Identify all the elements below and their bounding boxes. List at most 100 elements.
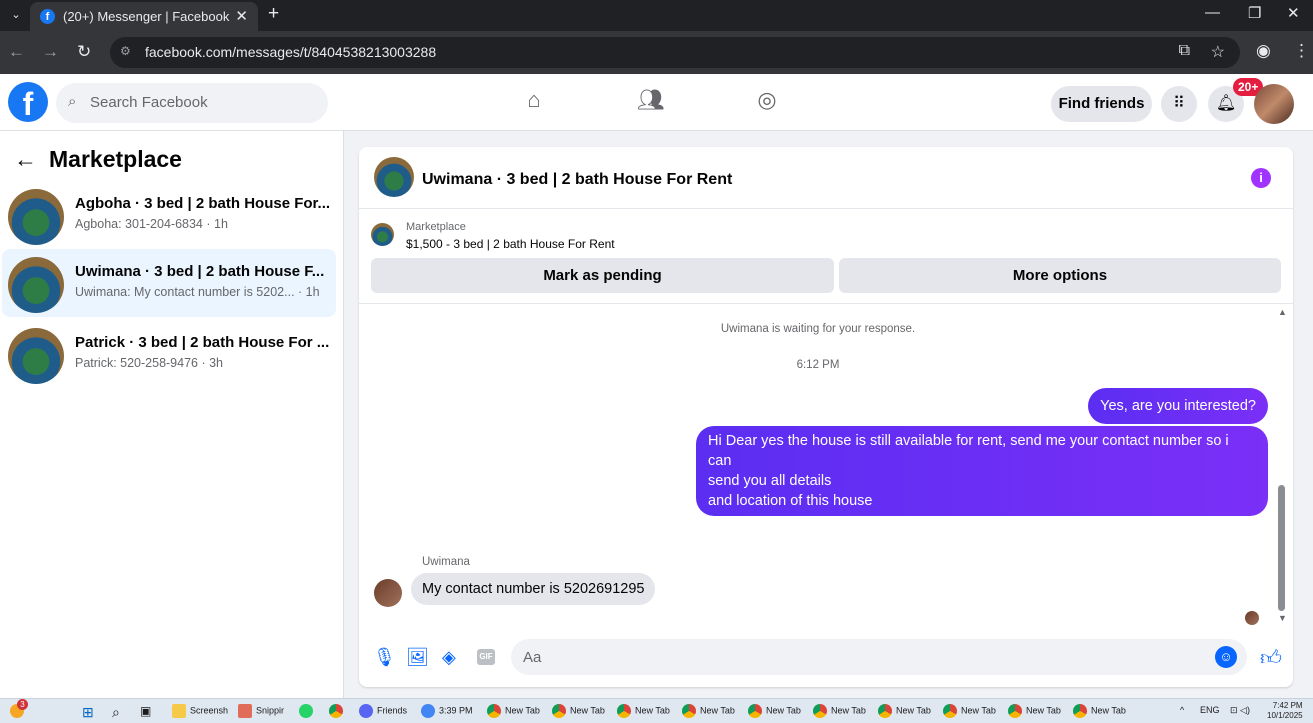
browser-menu-icon[interactable]: ⋮ (1293, 41, 1310, 61)
forward-icon[interactable]: → (42, 42, 59, 62)
listing-mini-thumbnail (371, 223, 394, 246)
thumbs-up-icon[interactable]: 👍︎ (1260, 645, 1282, 671)
chat-listing-avatar[interactable] (374, 157, 414, 197)
friends-icon[interactable]: 👥︎ (636, 87, 666, 117)
windows-taskbar: 3 ⊞ ⌕ ▣ Screensh Snippir Friends 3:39 PM… (0, 698, 1313, 723)
taskbar-item[interactable]: New Tab (552, 704, 605, 720)
whatsapp-icon[interactable] (299, 704, 317, 720)
start-icon[interactable]: ⊞ (82, 704, 94, 720)
clock-date: 10/1/2025 (1267, 711, 1303, 720)
back-arrow-icon[interactable]: ← (14, 146, 37, 172)
url-text: facebook.com/messages/t/8404538213003288 (145, 44, 437, 60)
microphone-icon[interactable]: 🎙︎ (373, 647, 396, 668)
message-line: send you all details (708, 473, 832, 489)
widget-badge: 3 (17, 699, 28, 710)
network-volume-icon[interactable]: ⊡ ◁) (1230, 705, 1250, 716)
taskbar-label: Screensh (190, 705, 229, 716)
address-bar: ← → ↻ ⚙ facebook.com/messages/t/84045382… (0, 31, 1313, 74)
facebook-logo-icon[interactable]: f (8, 82, 48, 122)
tab-title: (20+) Messenger | Facebook (63, 9, 230, 24)
language-indicator[interactable]: ENG (1200, 705, 1220, 715)
scrollbar-thumb[interactable] (1278, 485, 1285, 611)
emoji-icon[interactable]: ☺ (1215, 646, 1237, 668)
search-input[interactable]: ⌕ Search Facebook (56, 83, 328, 123)
taskbar-label: New Tab (505, 705, 540, 716)
scroll-up-icon[interactable]: ▲ (1278, 307, 1287, 317)
menu-grid-icon[interactable]: ⠿ (1161, 86, 1197, 122)
search-icon: ⌕ (68, 93, 77, 110)
taskbar-item[interactable]: New Tab (943, 704, 996, 720)
taskbar-label: Snippir (256, 705, 285, 716)
bookmark-star-icon[interactable]: ☆ (1211, 42, 1225, 62)
conversation-item[interactable]: Patrick · 3 bed | 2 bath House For ... P… (2, 320, 336, 388)
mark-as-pending-button[interactable]: Mark as pending (371, 258, 834, 293)
photo-icon[interactable]: 🖼︎ (406, 647, 429, 668)
taskbar-item[interactable]: New Tab (617, 704, 670, 720)
conversation-name: Agboha · 3 bed | 2 bath House For... (75, 195, 331, 212)
taskbar-label: New Tab (766, 705, 801, 716)
message-composer: 🎙︎ 🖼︎ ◈ GIF Aa ☺ 👍︎ (359, 637, 1293, 677)
facebook-header: f ⌕ Search Facebook ⌂ 👥︎ ◎ Find friends … (0, 74, 1313, 131)
taskbar-label: New Tab (1091, 705, 1126, 716)
account-avatar[interactable] (1254, 84, 1294, 124)
message-input[interactable]: Aa ☺ (511, 639, 1247, 675)
tab-close-icon[interactable]: ✕ (235, 7, 248, 25)
taskbar-item[interactable]: New Tab (682, 704, 735, 720)
groups-icon[interactable]: ◎ (752, 87, 782, 117)
home-icon[interactable]: ⌂ (519, 87, 549, 117)
taskbar-item[interactable]: New Tab (748, 704, 801, 720)
listing-thumbnail (8, 189, 64, 245)
browser-tab-strip: ⌄ f (20+) Messenger | Facebook ✕ + — ❐ ✕ (0, 0, 1313, 31)
info-icon[interactable]: i (1251, 168, 1271, 188)
search-placeholder: Search Facebook (90, 94, 208, 111)
tab-search-icon[interactable]: ⌄ (6, 5, 26, 25)
incoming-message[interactable]: My contact number is 5202691295 (411, 573, 656, 605)
task-view-icon[interactable]: ▣ (140, 704, 151, 720)
taskbar-label: New Tab (831, 705, 866, 716)
sidebar-title-text: Marketplace (49, 146, 182, 172)
seen-indicator-avatar (1245, 611, 1259, 625)
conversation-item-selected[interactable]: Uwimana · 3 bed | 2 bath House F... Uwim… (2, 249, 336, 317)
taskbar-item[interactable]: New Tab (878, 704, 931, 720)
minimize-icon[interactable]: — (1205, 4, 1220, 21)
install-app-icon[interactable]: ⧉ (1179, 42, 1190, 60)
chrome-icon[interactable] (329, 704, 347, 720)
taskbar-item[interactable]: Screensh (172, 704, 228, 720)
taskbar-item[interactable]: 3:39 PM (421, 704, 473, 720)
site-info-icon[interactable]: ⚙ (120, 44, 131, 58)
chat-title[interactable]: Uwimana · 3 bed | 2 bath House For Rent (422, 171, 732, 189)
scroll-down-icon[interactable]: ▼ (1278, 613, 1287, 623)
tray-overflow-icon[interactable]: ^ (1180, 705, 1184, 715)
listing-source: Marketplace (406, 221, 466, 233)
gif-icon[interactable]: GIF (477, 649, 495, 665)
browser-tab[interactable]: f (20+) Messenger | Facebook ✕ (30, 2, 258, 31)
outgoing-message[interactable]: Yes, are you interested? (1088, 388, 1268, 424)
sender-name: Uwimana (422, 556, 470, 568)
listing-summary[interactable]: Marketplace $1,500 - 3 bed | 2 bath Hous… (359, 209, 1293, 255)
find-friends-button[interactable]: Find friends (1051, 86, 1152, 122)
taskbar-item[interactable]: Snippir (238, 704, 284, 720)
close-window-icon[interactable]: ✕ (1287, 4, 1300, 22)
conversation-item[interactable]: Agboha · 3 bed | 2 bath House For... Agb… (2, 181, 336, 249)
taskbar-item[interactable]: New Tab (813, 704, 866, 720)
restore-icon[interactable]: ❐ (1248, 4, 1261, 22)
outgoing-message[interactable]: Hi Dear yes the house is still available… (696, 426, 1268, 516)
taskbar-item[interactable]: New Tab (1073, 704, 1126, 720)
taskbar-item[interactable]: New Tab (1008, 704, 1061, 720)
browser-profile-icon[interactable]: ◉ (1256, 41, 1271, 61)
system-clock[interactable]: 7:42 PM 10/1/2025 (1267, 701, 1303, 721)
taskbar-item[interactable]: Friends (359, 704, 407, 720)
sidebar-title: ← Marketplace (14, 146, 182, 173)
new-tab-button[interactable]: + (268, 3, 279, 25)
sticker-icon[interactable]: ◈ (442, 647, 456, 668)
url-field[interactable]: ⚙ facebook.com/messages/t/84045382130032… (110, 37, 1240, 68)
more-options-button[interactable]: More options (839, 258, 1281, 293)
taskbar-label: 3:39 PM (439, 705, 473, 716)
back-icon[interactable]: ← (8, 42, 25, 62)
message-line: Hi Dear yes the house is still available… (708, 433, 1229, 469)
taskbar-item[interactable]: New Tab (487, 704, 540, 720)
taskbar-search-icon[interactable]: ⌕ (112, 704, 120, 720)
sender-avatar[interactable] (374, 579, 402, 607)
message-scrollbar[interactable]: ▲ ▼ (1274, 307, 1290, 627)
reload-icon[interactable]: ↻ (77, 42, 91, 62)
